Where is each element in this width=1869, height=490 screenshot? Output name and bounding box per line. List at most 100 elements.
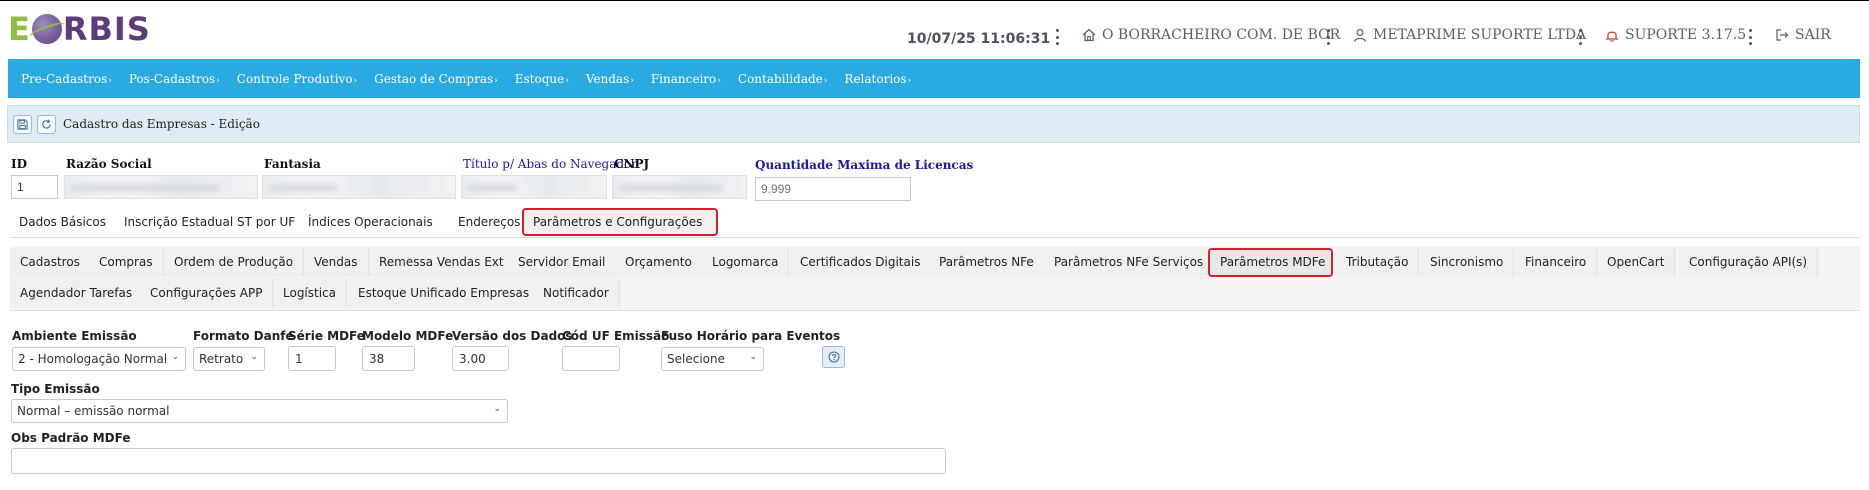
more-vertical-icon[interactable] — [1578, 29, 1582, 45]
chevron-right-icon: › — [907, 75, 912, 86]
company-selector[interactable]: O BORRACHEIRO COM. DE BOR — [1082, 27, 1340, 43]
chevron-right-icon: › — [494, 75, 498, 86]
logo-letter-e: E — [8, 10, 31, 48]
tab-inscricao-estadual[interactable]: Inscrição Estadual ST por UF — [115, 208, 304, 236]
titulo-abas-label: Título p/ Abas do Navegador — [463, 157, 638, 171]
nav-vendas[interactable]: Vendas› — [586, 72, 634, 86]
fuso-horario-select[interactable]: Selecione ⌄ — [661, 347, 764, 371]
cod-uf-emissao-field[interactable] — [562, 346, 620, 371]
ambiente-emissao-select[interactable]: 2 - Homologação Normal ⌄ — [12, 347, 186, 371]
chevron-right-icon: › — [630, 75, 634, 86]
versao-dados-label: Versão dos Dados — [452, 329, 573, 343]
subtab-ordem-producao[interactable]: Ordem de Produção — [164, 248, 305, 277]
help-button[interactable] — [822, 346, 845, 368]
razao-social-field[interactable] — [64, 175, 258, 199]
subtab-agendador-tarefas[interactable]: Agendador Tarefas — [10, 279, 144, 308]
nav-contabilidade[interactable]: Contabilidade› — [738, 72, 828, 86]
subtab-logistica[interactable]: Logística — [273, 279, 348, 308]
versao-dados-field[interactable] — [452, 346, 509, 371]
subtab-sincronismo[interactable]: Sincronismo — [1420, 248, 1515, 277]
tab-enderecos[interactable]: Endereços — [449, 208, 529, 236]
logout-button[interactable]: SAIR — [1775, 27, 1831, 43]
logo-text: RBIS — [62, 10, 151, 48]
support-link[interactable]: SUPORTE 3.17.5 — [1605, 27, 1746, 43]
divider — [10, 310, 1860, 311]
subtab-tributacao[interactable]: Tributação — [1336, 248, 1420, 277]
nav-pos-cadastros[interactable]: Pos-Cadastros› — [129, 72, 220, 86]
nav-gestao-compras[interactable]: Gestao de Compras› — [374, 72, 498, 86]
tab-parametros-configuracoes[interactable]: Parâmetros e Configurações — [522, 208, 718, 236]
titulo-abas-field[interactable] — [461, 175, 607, 199]
home-icon — [1082, 28, 1096, 42]
quantidade-licencas-field[interactable] — [755, 177, 911, 201]
obs-padrao-mdfe-field[interactable] — [11, 448, 946, 474]
id-label: ID — [11, 157, 28, 171]
id-field[interactable] — [11, 175, 58, 199]
chevron-down-icon: ⌄ — [749, 352, 757, 362]
nav-relatorios[interactable]: Relatorios› — [844, 72, 911, 86]
subtab-parametros-nfe-servicos[interactable]: Parâmetros NFe Serviços — [1044, 248, 1215, 277]
logout-icon — [1776, 29, 1789, 41]
subtab-notificador[interactable]: Notificador — [533, 279, 620, 308]
obs-padrao-mdfe-label: Obs Padrão MDFe — [11, 431, 131, 445]
razao-social-label: Razão Social — [66, 157, 152, 171]
chevron-right-icon: › — [717, 75, 721, 86]
subtab-parametros-nfe[interactable]: Parâmetros NFe — [929, 248, 1045, 277]
refresh-button[interactable] — [37, 114, 56, 134]
subtab-parametros-mdfe[interactable]: Parâmetros MDFe — [1208, 248, 1333, 277]
app-logo[interactable]: E RBIS — [8, 10, 151, 48]
subtab-configuracoes-app[interactable]: Configurações APP — [140, 279, 274, 308]
subtab-opencart[interactable]: OpenCart — [1597, 248, 1676, 277]
bell-icon — [1605, 31, 1619, 42]
serie-mdfe-field[interactable] — [288, 346, 336, 371]
tipo-emissao-label: Tipo Emissão — [11, 382, 100, 396]
save-icon — [17, 118, 28, 130]
subtab-orcamento[interactable]: Orçamento — [615, 248, 703, 277]
more-vertical-icon[interactable] — [1326, 29, 1330, 45]
nav-pre-cadastros[interactable]: Pre-Cadastros› — [21, 72, 112, 86]
question-icon — [828, 351, 839, 363]
chevron-down-icon: ⌄ — [493, 404, 501, 414]
tab-dados-basicos[interactable]: Dados Básicos — [10, 208, 115, 236]
subtab-configuracao-api[interactable]: Configuração API(s) — [1679, 248, 1819, 277]
subtab-financeiro[interactable]: Financeiro — [1515, 248, 1598, 277]
user-menu[interactable]: METAPRIME SUPORTE LTDA — [1353, 27, 1586, 43]
subtab-vendas[interactable]: Vendas — [304, 248, 369, 277]
subtab-compras[interactable]: Compras — [89, 248, 164, 277]
cnpj-label: CNPJ — [614, 157, 650, 171]
subtab-servidor-email[interactable]: Servidor Email — [508, 248, 617, 277]
subtab-estoque-unificado[interactable]: Estoque Unificado Empresas — [348, 279, 541, 308]
subtab-remessa-vendas-ext[interactable]: Remessa Vendas Ext — [369, 248, 515, 277]
ambiente-emissao-label: Ambiente Emissão — [12, 329, 137, 343]
chevron-right-icon: › — [565, 75, 569, 86]
logo-globe-icon — [31, 14, 62, 44]
quantidade-licencas-label: Quantidade Maxima de Licencas — [755, 158, 974, 172]
subtab-certificados-digitais[interactable]: Certificados Digitais — [790, 248, 932, 277]
main-tabs: Dados Básicos Inscrição Estadual ST por … — [10, 208, 1860, 238]
page-toolbar: Cadastro das Empresas - Edição — [7, 105, 1860, 143]
app-header: E RBIS 10/07/25 11:06:31 O BORRACHEIRO C… — [0, 0, 1869, 58]
cnpj-field[interactable] — [612, 175, 747, 199]
tipo-emissao-select[interactable]: Normal – emissão normal ⌄ — [11, 399, 508, 423]
nav-controle-produtivo[interactable]: Controle Produtivo› — [237, 72, 357, 86]
save-button[interactable] — [13, 114, 32, 134]
current-datetime: 10/07/25 11:06:31 — [907, 31, 1051, 47]
subtab-cadastros[interactable]: Cadastros — [10, 248, 91, 277]
company-name: O BORRACHEIRO COM. DE BOR — [1102, 27, 1341, 43]
nav-financeiro[interactable]: Financeiro› — [651, 72, 721, 86]
more-vertical-icon[interactable] — [1055, 29, 1059, 45]
support-version: SUPORTE 3.17.5 — [1625, 27, 1747, 43]
serie-mdfe-label: Série MDFe — [288, 329, 365, 343]
more-vertical-icon[interactable] — [1748, 29, 1752, 45]
nav-estoque[interactable]: Estoque› — [515, 72, 569, 86]
tab-indices-operacionais[interactable]: Índices Operacionais — [299, 208, 442, 236]
modelo-mdfe-label: Modelo MDFe — [362, 329, 454, 343]
page-title: Cadastro das Empresas - Edição — [63, 117, 260, 131]
user-icon — [1353, 28, 1367, 42]
formato-danfe-label: Formato Danfe — [193, 329, 294, 343]
modelo-mdfe-field[interactable] — [362, 346, 415, 371]
formato-danfe-select[interactable]: Retrato ⌄ — [193, 347, 265, 371]
cod-uf-emissao-label: Cód UF Emissão — [562, 329, 670, 343]
subtab-logomarca[interactable]: Logomarca — [702, 248, 790, 277]
fantasia-field[interactable] — [262, 175, 456, 199]
